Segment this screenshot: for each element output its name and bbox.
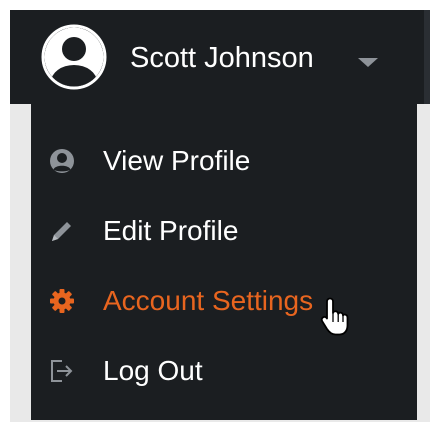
menu-item-log-out[interactable]: Log Out	[31, 342, 417, 402]
bar-edge	[424, 10, 430, 104]
menu-item-account-settings[interactable]: Account Settings	[31, 272, 417, 332]
hand-pointer-icon	[320, 297, 349, 336]
sign-out-icon	[51, 360, 73, 382]
user-menu-screen: Scott Johnson View Profile Edit Profile	[0, 0, 432, 434]
menu-item-label: Edit Profile	[103, 215, 239, 246]
pencil-icon	[52, 222, 71, 241]
gear-icon	[50, 289, 74, 313]
menu-item-view-profile[interactable]: View Profile	[31, 132, 417, 192]
user-circle-icon	[41, 24, 107, 90]
user-name: Scott Johnson	[130, 42, 314, 74]
caret-down-icon	[358, 58, 378, 67]
menu-item-label: Account Settings	[103, 285, 314, 316]
user-dropdown-menu: View Profile Edit Profile Account Settin…	[31, 104, 417, 420]
user-dropdown-toggle[interactable]: Scott Johnson	[10, 10, 430, 104]
user-circle-icon	[50, 149, 74, 173]
menu-item-label: View Profile	[103, 145, 251, 176]
menu-item-label: Log Out	[103, 355, 203, 386]
menu-item-edit-profile[interactable]: Edit Profile	[31, 202, 417, 262]
